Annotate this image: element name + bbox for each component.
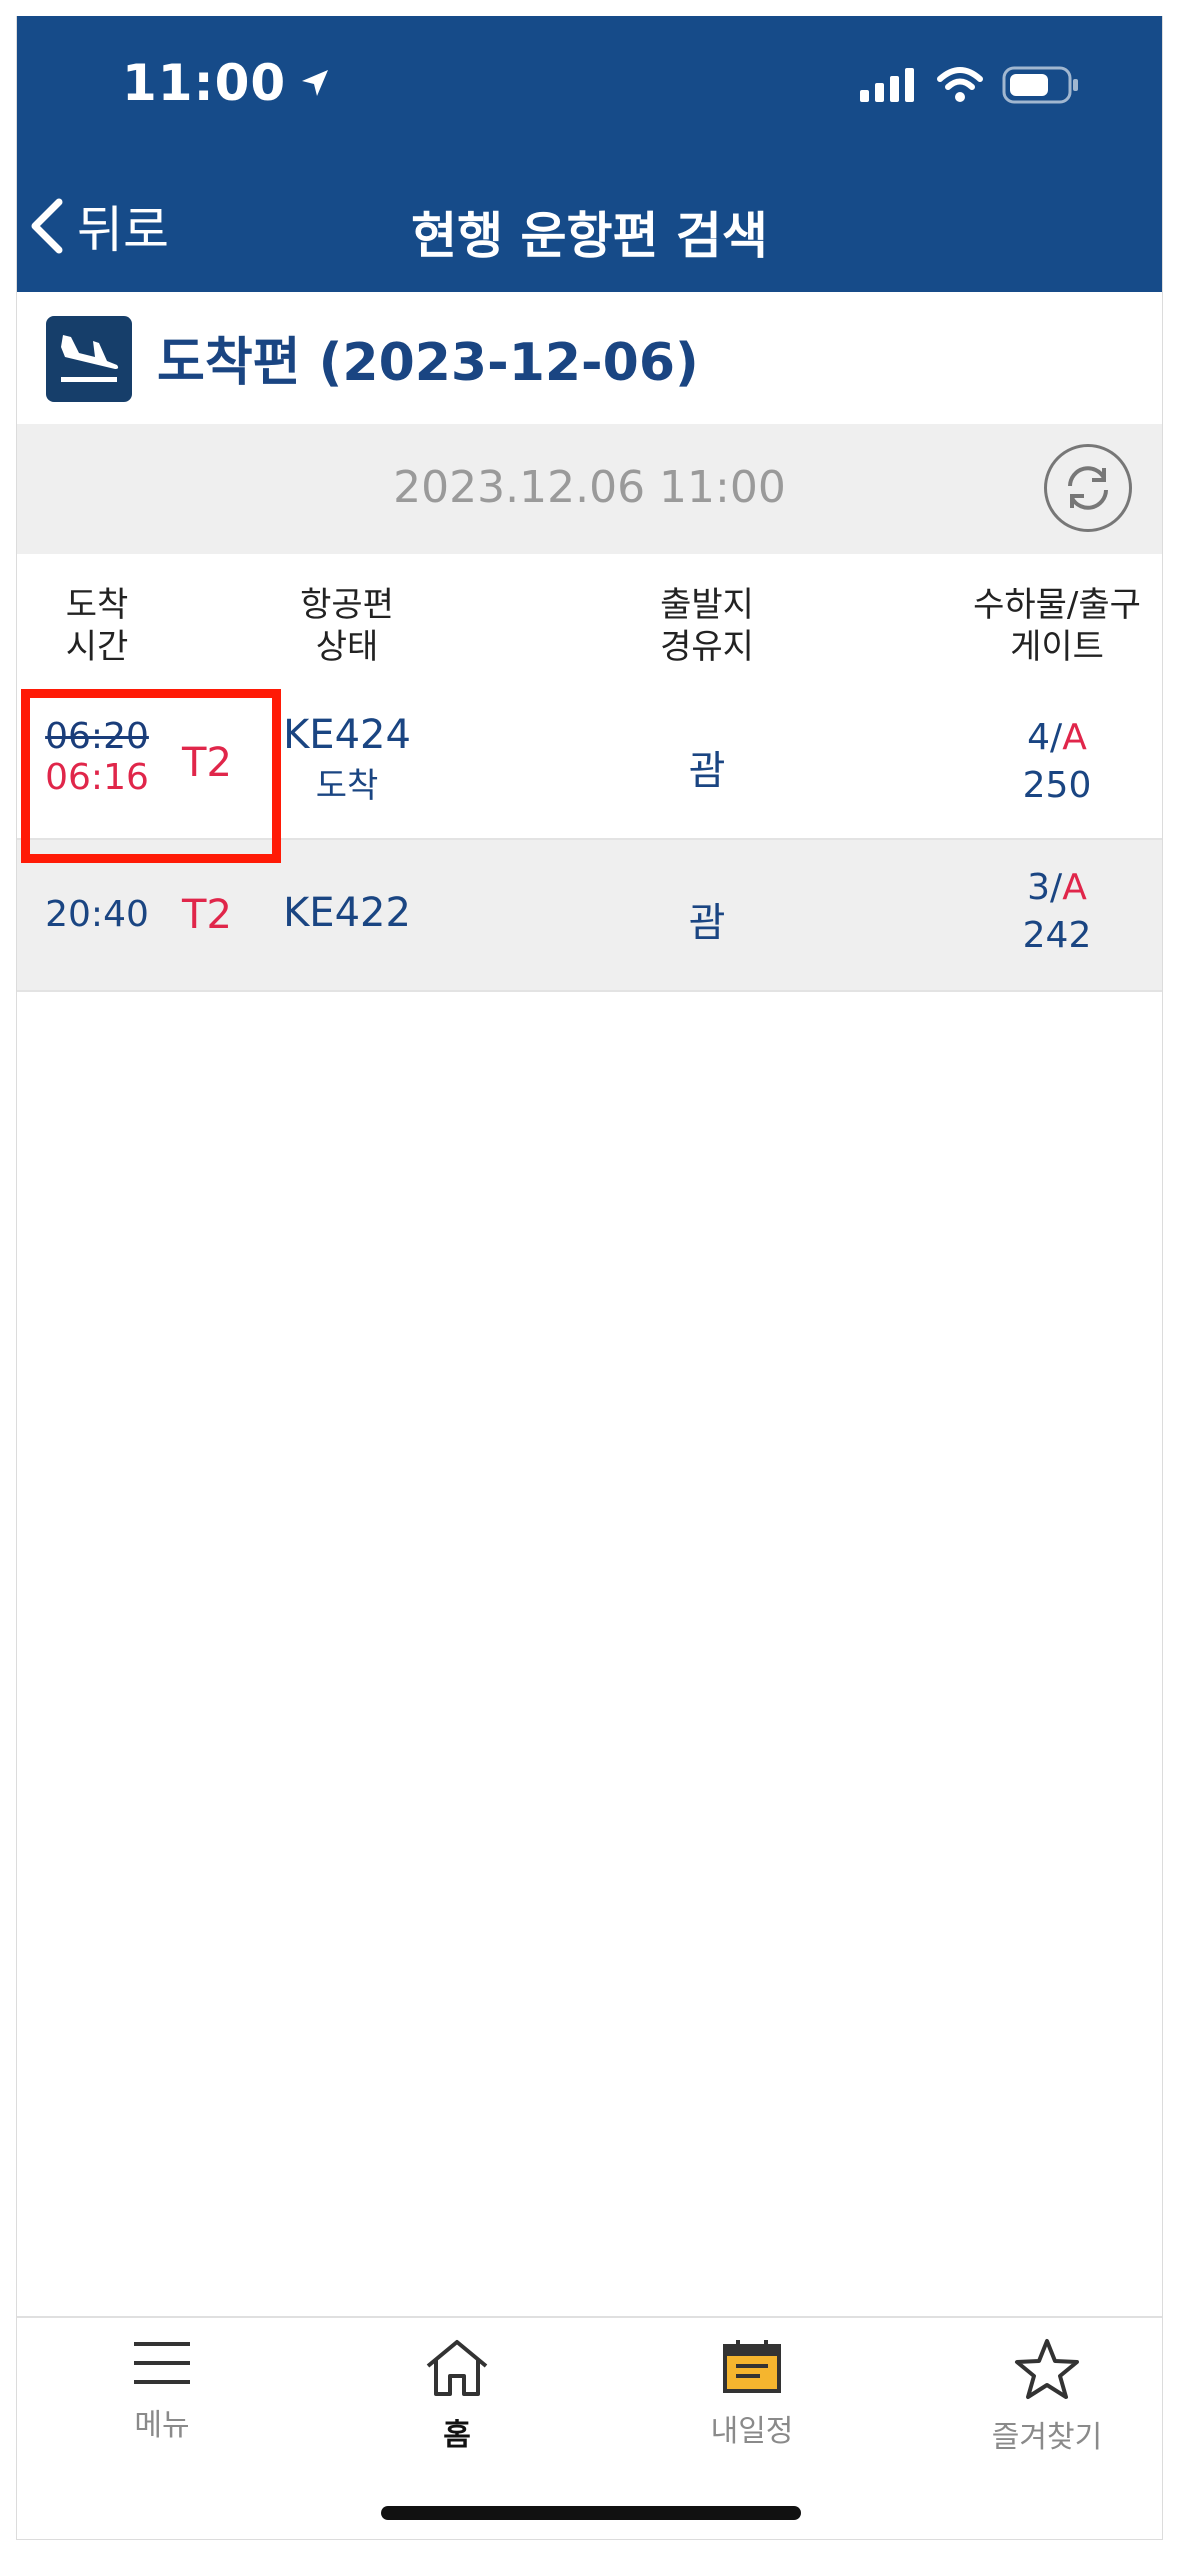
flight-status: 도착: [315, 766, 379, 806]
scheduled-time: 20:40: [45, 894, 149, 935]
origin: 괌: [688, 748, 726, 794]
table-row[interactable]: 06:20 06:16 T2 KE424 도착 괌 4/A 250: [17, 688, 1162, 840]
last-updated-time: 2023.12.06 11:00: [393, 462, 786, 513]
section-header: 도착편 (2023-12-06): [17, 292, 1162, 424]
exit-code: A: [1062, 717, 1087, 758]
baggage-gate-cell: 4/A 250: [947, 714, 1162, 810]
home-icon: [426, 2340, 488, 2396]
last-updated-bar: 2023.12.06 11:00: [17, 424, 1162, 554]
signal-icon: [860, 68, 914, 102]
flight-number: KE424: [283, 712, 411, 758]
flight-cell: KE424 도착: [257, 712, 437, 807]
page-title: 현행 운항편 검색: [411, 207, 768, 265]
flight-cell: KE422: [257, 890, 437, 936]
status-bar-icons: [860, 66, 1080, 104]
calendar-icon: [723, 2340, 781, 2393]
scheduled-time: 06:20: [45, 716, 149, 757]
tab-favorites[interactable]: 즐겨찾기: [947, 2338, 1147, 2456]
battery-icon: [1002, 66, 1078, 104]
tab-label: 즐겨찾기: [991, 2420, 1103, 2455]
tab-label: 홈: [443, 2418, 471, 2453]
flight-number: KE422: [283, 890, 411, 936]
arrival-time-cell: 06:20 06:16: [37, 716, 157, 798]
tab-label: 내일정: [710, 2414, 794, 2449]
arrival-time-cell: 20:40: [37, 894, 157, 935]
refresh-icon: [1068, 466, 1108, 510]
app-screen: 11:00 뒤로 현행 운항편 검색 도착편 (2023-12-06) 2023…: [16, 16, 1163, 2540]
arrival-plane-icon: [46, 316, 132, 402]
baggage-claim: 3/: [1027, 867, 1063, 908]
actual-time: 06:16: [45, 757, 149, 798]
home-indicator[interactable]: [381, 2506, 801, 2520]
origin: 괌: [688, 900, 726, 946]
column-arrival-time: 도착 시간: [65, 585, 129, 667]
column-flight-status: 항공편 상태: [300, 585, 394, 667]
tab-label: 메뉴: [134, 2408, 190, 2443]
menu-icon: [134, 2342, 190, 2384]
exit-code: A: [1062, 867, 1087, 908]
terminal: T2: [182, 740, 232, 786]
clock-text: 11:00: [122, 54, 287, 112]
location-arrow-icon: [302, 70, 329, 96]
wifi-icon: [937, 67, 983, 102]
baggage-claim: 4/: [1027, 717, 1063, 758]
section-title: 도착편 (2023-12-06): [157, 333, 699, 393]
baggage-gate-cell: 3/A 242: [947, 864, 1162, 960]
refresh-button[interactable]: [1044, 444, 1132, 532]
gate-number: 250: [1022, 765, 1092, 806]
table-header: 도착 시간 항공편 상태 출발지 경유지 수하물/출구 게이트: [17, 554, 1162, 690]
status-bar-time: 11:00: [122, 54, 330, 112]
tab-my-schedule[interactable]: 내일정: [652, 2338, 852, 2450]
column-baggage-gate: 수하물/출구 게이트: [973, 585, 1141, 667]
terminal: T2: [182, 892, 232, 938]
tab-menu[interactable]: 메뉴: [62, 2338, 262, 2444]
navigation-header: 11:00 뒤로 현행 운항편 검색: [17, 16, 1162, 292]
table-row[interactable]: 20:40 T2 KE422 괌 3/A 242: [17, 840, 1162, 992]
gate-number: 242: [1022, 915, 1092, 956]
star-icon: [1015, 2339, 1079, 2399]
bottom-tab-bar: 메뉴 홈 내일정 즐겨찾기: [17, 2316, 1162, 2539]
column-origin: 출발지 경유지: [660, 585, 754, 667]
tab-home[interactable]: 홈: [357, 2338, 557, 2454]
